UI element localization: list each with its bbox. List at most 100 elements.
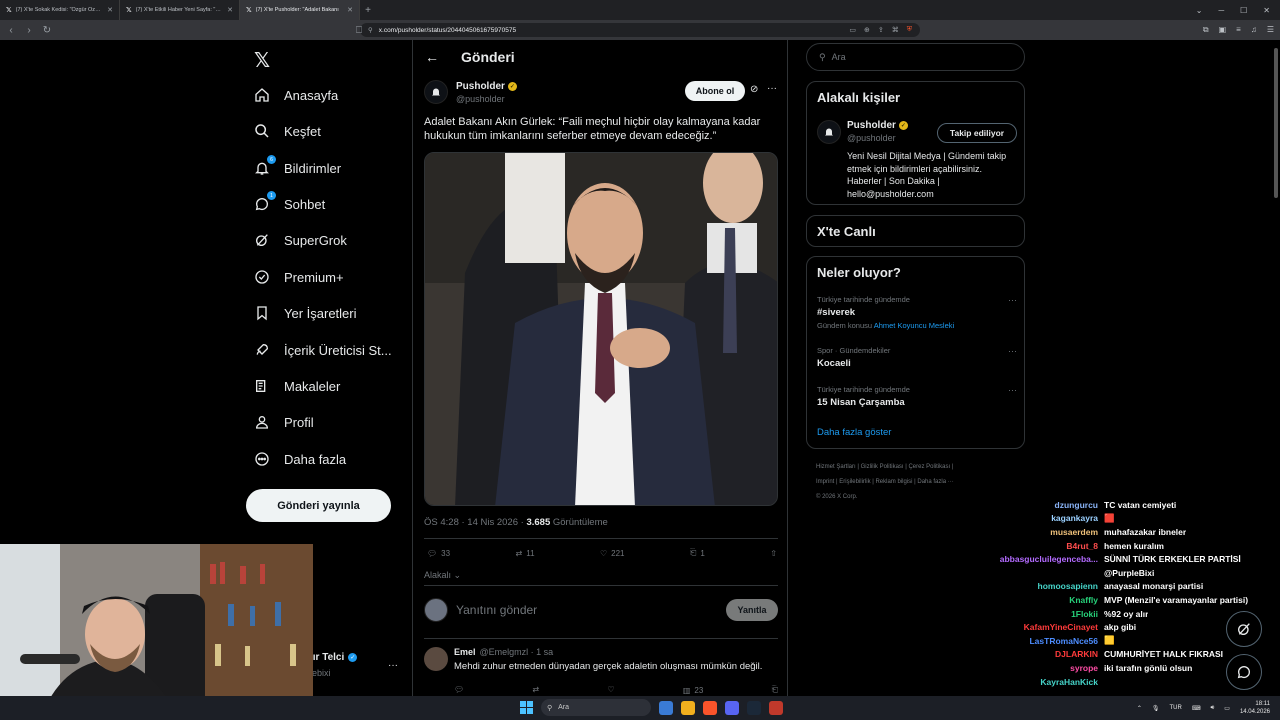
translate-icon[interactable]: ⌘ [892, 26, 899, 34]
back-icon[interactable]: ‹ [6, 25, 16, 36]
site-info-icon[interactable]: ⚲ [368, 26, 373, 34]
close-icon[interactable]: ✕ [107, 6, 113, 14]
menu-icon[interactable]: ≡ [1236, 25, 1241, 35]
task-view-icon[interactable] [659, 700, 673, 715]
trend-item[interactable]: Türkiye tarihinde gündemde 15 Nisan Çarş… [817, 385, 1017, 408]
close-icon[interactable]: ✕ [347, 6, 353, 14]
window-close-icon[interactable]: ✕ [1263, 6, 1270, 15]
volume-icon[interactable]: 🔊︎ [1211, 705, 1215, 712]
tab-list-icon[interactable]: ⌄ [1196, 6, 1203, 15]
screen-icon[interactable]: ▭ [849, 26, 856, 34]
account-more-icon[interactable]: ··· [388, 660, 398, 671]
reply-action[interactable]: 💬︎ 33 [427, 548, 450, 558]
like-action[interactable]: ♡ 221 [600, 548, 625, 558]
x-logo-icon[interactable]: 𝕏 [254, 48, 270, 73]
reply-button[interactable]: Yanıtla [726, 599, 778, 621]
subscribe-button[interactable]: Abone ol [685, 81, 745, 101]
zoom-icon[interactable]: ⊕ [864, 26, 870, 34]
browser-tab[interactable]: 𝕏 (7) X'te Etkili Haber Yeni Sayfa: "Fat… [120, 0, 240, 20]
scroll-thumb[interactable] [1274, 48, 1278, 198]
taskbar-search[interactable]: ⚲ Ara [541, 699, 651, 716]
network-icon[interactable]: ⌨ [1192, 705, 1201, 712]
messages-fab[interactable] [1226, 654, 1262, 690]
footer-line[interactable]: Hizmet Şartları | Gizlilik Politikası | … [816, 460, 1016, 475]
post-button[interactable]: Gönderi yayınla [246, 489, 391, 522]
address-bar[interactable]: ⚲ x.com/pusholder/status/204404506167597… [360, 23, 920, 37]
related-person[interactable]: Pusholder ✓ @pusholder [817, 120, 908, 144]
share-icon[interactable]: ⇪ [878, 26, 884, 34]
more-icon[interactable]: ··· [767, 83, 777, 94]
account-switcher[interactable]: lır Telci ✓ [310, 652, 358, 663]
page-scrollbar[interactable] [1272, 40, 1280, 696]
nav-item-home[interactable]: Anasayfa [254, 80, 338, 110]
grok-icon[interactable]: ⊘ [750, 84, 758, 95]
more-menu-icon[interactable]: ☰ [1267, 25, 1274, 35]
avatar[interactable] [817, 120, 841, 144]
reply-input[interactable]: Yanıtını gönder [456, 603, 718, 617]
steam-icon[interactable] [747, 700, 761, 715]
app-icon[interactable] [769, 700, 783, 715]
back-arrow-icon[interactable]: ← [425, 49, 439, 65]
avatar[interactable] [424, 647, 448, 671]
forward-icon[interactable]: › [24, 25, 34, 36]
microphone-icon[interactable]: 🎙︎ [1152, 705, 1160, 712]
share-action[interactable]: ⇧ [770, 548, 777, 558]
comment-item[interactable]: Emel @Emelgmzl · 1 sa Mehdi zuhur etmede… [424, 647, 778, 695]
new-tab-icon[interactable]: + [360, 5, 376, 16]
search-input[interactable]: ⚲ Ara [806, 43, 1025, 71]
extension-icon[interactable]: ⧉ [1203, 25, 1209, 35]
bookmark-action[interactable]: ⎗ 1 [690, 548, 705, 558]
trend-item[interactable]: Spor · Gündemdekiler Kocaeli ··· [817, 346, 1017, 369]
nav-item-notifications[interactable]: 6 Bildirimler [254, 153, 341, 183]
nav-item-more[interactable]: Daha fazla [254, 444, 346, 474]
trend-item[interactable]: Türkiye tarihinde gündemde #siverek Günd… [817, 295, 1017, 330]
nav-item-profile[interactable]: Profil [254, 407, 314, 437]
nav-item-explore[interactable]: Keşfet [254, 116, 321, 146]
nav-item-articles[interactable]: Makaleler [254, 371, 340, 401]
following-button[interactable]: Takip ediliyor [937, 123, 1017, 143]
browser-tab-active[interactable]: 𝕏 (7) X'te Pusholder: "Adalet Bakanı ✕ [240, 0, 360, 20]
show-more-link[interactable]: Daha fazla göster [817, 427, 891, 438]
nav-item-bookmarks[interactable]: Yer İşaretleri [254, 298, 357, 328]
brave-browser-icon[interactable] [703, 700, 717, 715]
views-action[interactable]: ▥ 23 [683, 685, 703, 695]
language-indicator[interactable]: TUR [1170, 705, 1182, 711]
discord-icon[interactable] [725, 700, 739, 715]
footer-line[interactable]: Imprint | Erişilebilirlik | Reklam bilgi… [816, 475, 1016, 490]
close-icon[interactable]: ✕ [227, 6, 233, 14]
trend-link[interactable]: Ahmet Koyuncu Mesleki [874, 321, 954, 330]
comment-author[interactable]: Emel [454, 647, 476, 657]
repost-icon[interactable]: ⇄ [532, 685, 539, 695]
tweet-photo[interactable] [424, 152, 778, 506]
more-icon[interactable]: ··· [1008, 346, 1017, 356]
windows-start-icon[interactable] [520, 701, 533, 714]
tray-chevron-icon[interactable]: ⌃ [1137, 705, 1142, 712]
repost-action[interactable]: ⇄ 11 [516, 548, 535, 558]
maximize-icon[interactable]: ☐ [1240, 6, 1247, 15]
bookmark-page-icon[interactable]: ⎕ [354, 25, 364, 36]
nav-item-supergrok[interactable]: SuperGrok [254, 225, 347, 255]
live-card[interactable]: X'te Canlı [806, 215, 1025, 247]
more-icon[interactable]: ··· [1008, 385, 1017, 395]
browser-tab[interactable]: 𝕏 (7) X'te Sokak Kedisi: "Özgür Özel: "Y… [0, 0, 120, 20]
file-explorer-icon[interactable] [681, 700, 695, 715]
playlist-icon[interactable]: ♫ [1251, 25, 1257, 35]
reply-composer[interactable]: Yanıtını gönder Yanıtla [424, 598, 778, 622]
nav-item-creator-studio[interactable]: İçerik Üreticisi St... [254, 335, 392, 365]
tweet-author[interactable]: Pusholder ✓ @pusholder [424, 80, 517, 104]
nav-item-chat[interactable]: 1 Sohbet [254, 189, 325, 219]
nav-item-premium[interactable]: Premium+ [254, 262, 344, 292]
brave-shield-icon[interactable]: ⛨ [907, 26, 912, 34]
wallet-icon[interactable]: ▣ [1219, 25, 1227, 35]
sort-dropdown[interactable]: Alakalı ⌄ [424, 570, 461, 581]
bookmark-icon[interactable]: ⎗ [772, 685, 778, 695]
grok-fab[interactable] [1226, 611, 1262, 647]
reply-icon[interactable]: 💬︎ [454, 685, 464, 695]
minimize-icon[interactable]: ─ [1218, 6, 1224, 15]
heart-icon[interactable]: ♡ [607, 685, 614, 695]
more-icon[interactable]: ··· [1008, 295, 1017, 305]
avatar[interactable] [424, 80, 448, 104]
battery-icon[interactable]: ▭ [1224, 705, 1230, 712]
reload-icon[interactable]: ↻ [42, 25, 52, 36]
clock[interactable]: 18:11 14.04.2026 [1240, 700, 1270, 716]
